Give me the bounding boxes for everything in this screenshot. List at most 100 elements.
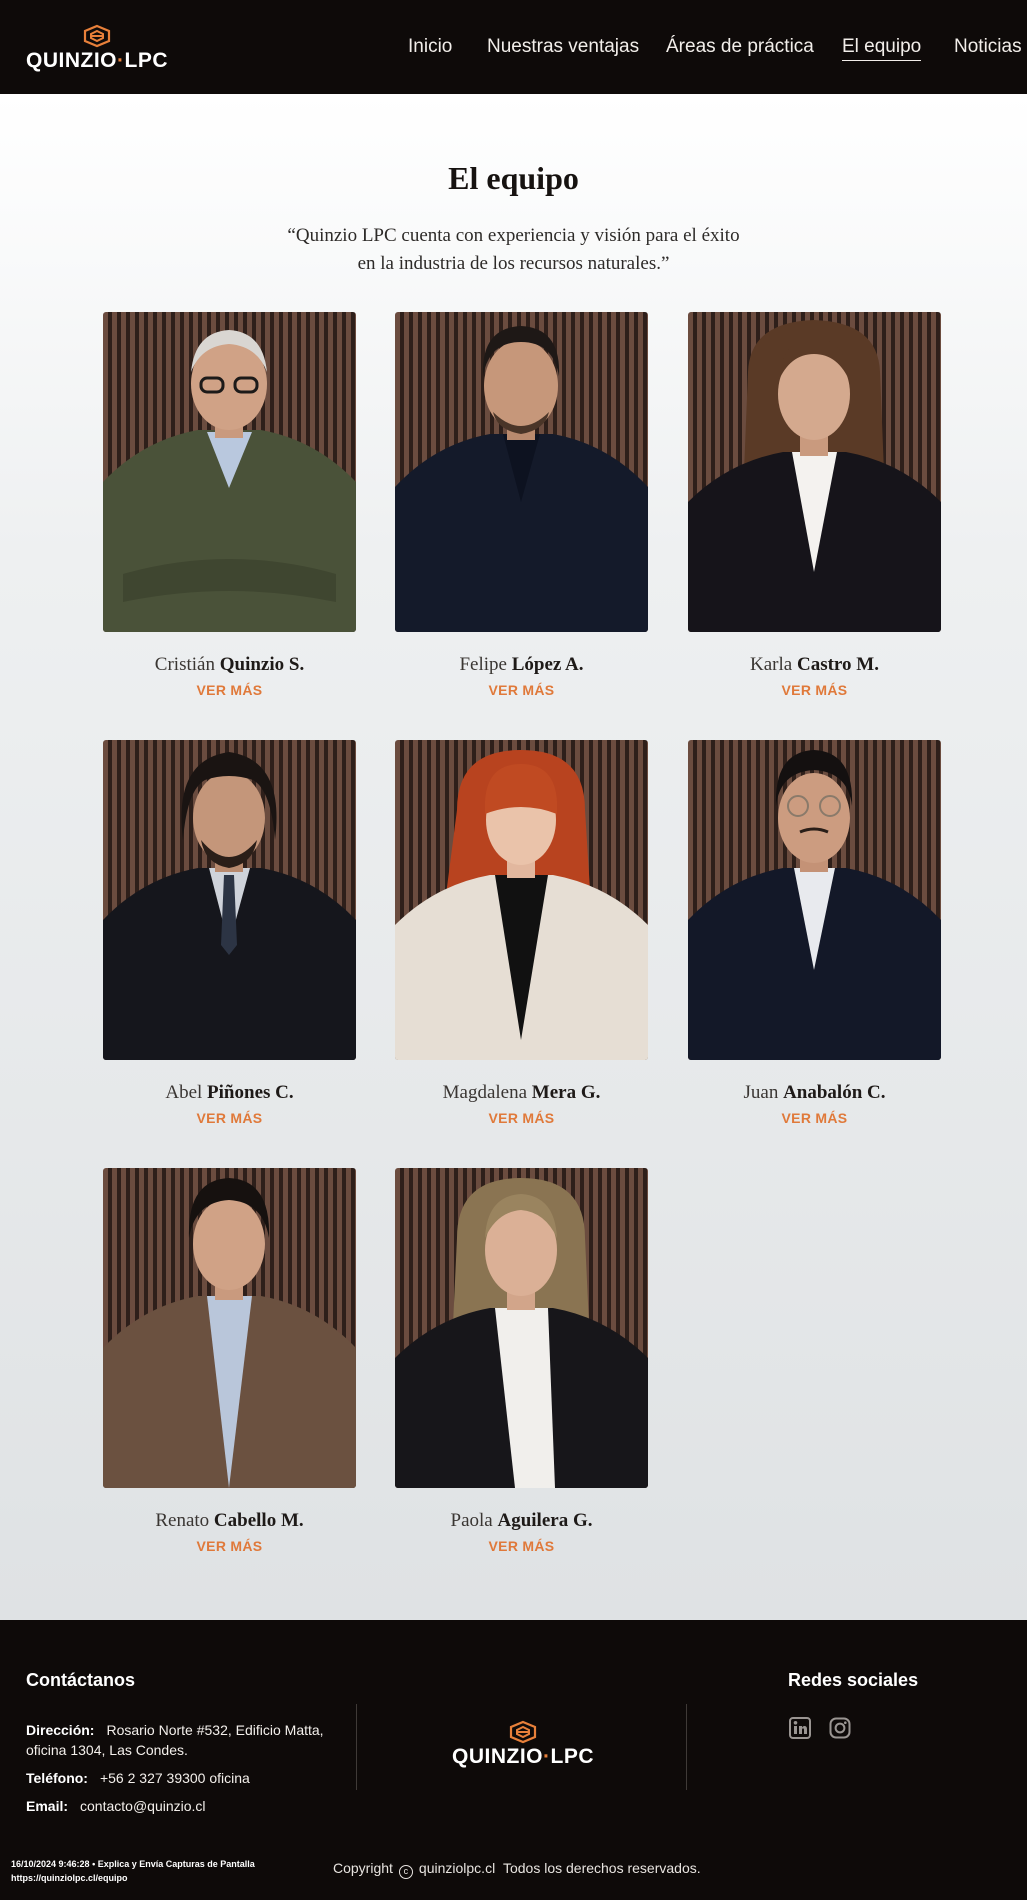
portrait-figure [688, 320, 941, 632]
footer-logo[interactable]: QUINZIO·LPC [452, 1720, 594, 1769]
member-photo[interactable] [103, 740, 356, 1060]
copyright-rights: Todos los derechos reservados. [502, 1860, 701, 1876]
page-quote: “Quinzio LPC cuenta con experiencia y vi… [0, 222, 1027, 278]
logo-name-right: LPC [550, 1745, 594, 1768]
member-last-name: Piñones C. [207, 1082, 294, 1103]
member-first-name: Abel [165, 1082, 203, 1103]
nav-item-inicio[interactable]: Inicio [408, 36, 452, 58]
member-first-name: Magdalena [442, 1082, 528, 1103]
footer-divider-left [356, 1704, 357, 1790]
member-name: Renato Cabello M. [103, 1510, 356, 1532]
member-last-name: Aguilera G. [497, 1510, 593, 1531]
ver-mas-link[interactable]: VER MÁS [103, 1110, 356, 1126]
member-photo[interactable] [395, 740, 648, 1060]
copyright-site[interactable]: quinziolpc.cl [419, 1860, 495, 1876]
portrait-figure [103, 752, 356, 1060]
member-last-name: Mera G. [531, 1082, 601, 1103]
site-footer: Contáctanos Dirección: Rosario Norte #532… [0, 1620, 1027, 1900]
page-title: El equipo [448, 160, 579, 196]
member-photo[interactable] [395, 312, 648, 632]
footer-divider-right [686, 1704, 687, 1790]
site-logo[interactable]: QUINZIO·LPC [26, 24, 168, 73]
team-card: Cristián Quinzio S. VER MÁS [103, 312, 356, 698]
member-photo[interactable] [688, 740, 941, 1060]
member-first-name: Renato [155, 1510, 210, 1531]
member-photo[interactable] [103, 312, 356, 632]
nav-item-nuestras-ventajas[interactable]: Nuestras ventajas [487, 36, 639, 58]
team-card: Renato Cabello M. VER MÁS [103, 1168, 356, 1554]
contact-heading: Contáctanos [26, 1670, 136, 1690]
member-name: Magdalena Mera G. [395, 1082, 648, 1104]
member-first-name: Paola [450, 1510, 493, 1531]
team-card: Felipe López A. VER MÁS [395, 312, 648, 698]
linkedin-icon[interactable] [788, 1716, 812, 1740]
copyright-label: Copyright [333, 1860, 393, 1876]
address-block: Dirección: Rosario Norte #532, Edificio M… [26, 1720, 356, 1760]
copyright-symbol-icon: c [398, 1865, 413, 1879]
ver-mas-link[interactable]: VER MÁS [395, 1110, 648, 1126]
member-photo[interactable] [103, 1168, 356, 1488]
ver-mas-link[interactable]: VER MÁS [103, 1538, 356, 1554]
logo-separator: · [543, 1745, 551, 1768]
logo-mark-icon [509, 1720, 537, 1744]
ver-mas-link[interactable]: VER MÁS [395, 1538, 648, 1554]
member-last-name: Castro M. [796, 654, 879, 675]
member-last-name: Quinzio S. [219, 654, 305, 675]
social-heading: Redes sociales [788, 1670, 919, 1690]
quote-line-2: en la industria de los recursos naturale… [357, 253, 670, 274]
team-card: Juan Anabalón C. VER MÁS [688, 740, 941, 1126]
member-name: Felipe López A. [395, 654, 648, 676]
portrait-figure [688, 750, 941, 1060]
phone-block: Teléfono: +56 2 327 39300 oficina [26, 1768, 250, 1788]
logo-wordmark: QUINZIO·LPC [26, 49, 168, 73]
team-card: Karla Castro M. VER MÁS [688, 312, 941, 698]
email-block: Email: contacto@quinzio.cl [26, 1796, 206, 1816]
portrait-figure [103, 330, 356, 632]
portrait-figure [103, 1178, 356, 1488]
logo-wordmark: QUINZIO·LPC [452, 1745, 594, 1769]
logo-name-left: QUINZIO [26, 49, 117, 72]
logo-name-right: LPC [124, 49, 168, 72]
site-header: QUINZIO·LPC Inicio Nuestras ventajas Áre… [0, 0, 1027, 94]
member-name: Cristián Quinzio S. [103, 654, 356, 676]
copyright-line: Copyright c quinziolpc.cl Todos los derech… [333, 1860, 701, 1879]
ver-mas-link[interactable]: VER MÁS [103, 682, 356, 698]
portrait-figure [395, 326, 648, 632]
ver-mas-link[interactable]: VER MÁS [688, 1110, 941, 1126]
member-last-name: López A. [511, 654, 584, 675]
address-label: Dirección: [26, 1722, 95, 1738]
portrait-figure [395, 750, 648, 1060]
portrait-figure [395, 1178, 648, 1488]
member-last-name: Anabalón C. [783, 1082, 886, 1103]
ver-mas-link[interactable]: VER MÁS [688, 682, 941, 698]
nav-item-noticias[interactable]: Noticias [954, 36, 1022, 58]
logo-separator: · [117, 49, 125, 72]
nav-item-areas-de-practica[interactable]: Áreas de práctica [666, 36, 814, 58]
member-first-name: Karla [750, 654, 793, 675]
member-first-name: Juan [743, 1082, 779, 1103]
member-first-name: Cristián [154, 654, 215, 675]
instagram-icon[interactable] [828, 1716, 852, 1740]
member-name: Juan Anabalón C. [688, 1082, 941, 1104]
address-line-2: oficina 1304, Las Condes. [26, 1742, 188, 1758]
phone-value[interactable]: +56 2 327 39300 oficina [100, 1770, 250, 1786]
member-photo[interactable] [395, 1168, 648, 1488]
team-card: Abel Piñones C. VER MÁS [103, 740, 356, 1126]
member-name: Paola Aguilera G. [395, 1510, 648, 1532]
capture-stamp-line-1: 16/10/2024 9:46:28 • Explica y Envía Cap… [11, 1859, 255, 1869]
nav-item-el-equipo[interactable]: El equipo [842, 36, 922, 61]
team-card: Magdalena Mera G. VER MÁS [395, 740, 648, 1126]
member-last-name: Cabello M. [213, 1510, 304, 1531]
member-photo[interactable] [688, 312, 941, 632]
capture-stamp: 16/10/2024 9:46:28 • Explica y Envía Cap… [11, 1857, 255, 1885]
logo-mark-icon [83, 24, 111, 48]
email-value[interactable]: contacto@quinzio.cl [80, 1798, 206, 1814]
ver-mas-link[interactable]: VER MÁS [395, 682, 648, 698]
member-first-name: Felipe [459, 654, 507, 675]
capture-stamp-line-2: https://quinziolpc.cl/equipo [11, 1873, 128, 1883]
member-name: Karla Castro M. [688, 654, 941, 676]
phone-label: Teléfono: [26, 1770, 88, 1786]
email-label: Email: [26, 1798, 69, 1814]
address-line-1: Rosario Norte #532, Edificio Matta, [106, 1722, 324, 1738]
team-section: El equipo “Quinzio LPC cuenta con experi… [0, 94, 1027, 1620]
